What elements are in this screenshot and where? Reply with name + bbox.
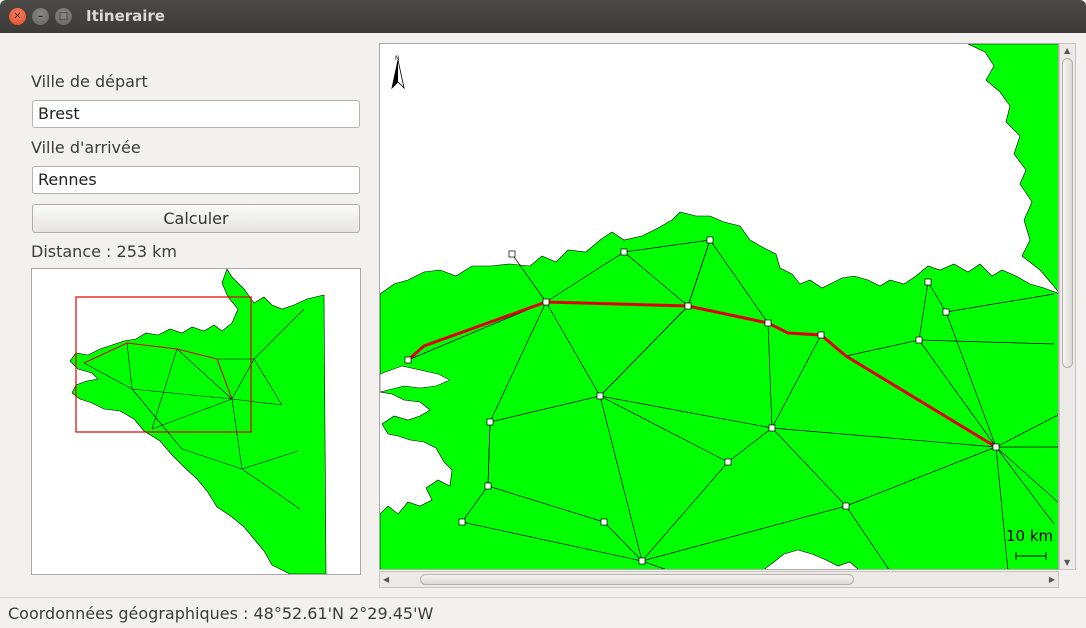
- window-title: Itineraire: [86, 7, 165, 25]
- vertical-scroll-thumb[interactable]: [1062, 58, 1073, 368]
- app-window: ✕ – □ Itineraire Ville de départ Brest V…: [0, 0, 1086, 628]
- overview-land: [69, 269, 327, 574]
- scroll-down-arrow-icon[interactable]: ▼: [1064, 558, 1070, 567]
- minimize-window-button[interactable]: –: [32, 8, 49, 25]
- calculate-button[interactable]: Calculer: [32, 204, 360, 233]
- start-city-label: Ville de départ: [31, 72, 148, 91]
- close-window-button[interactable]: ✕: [9, 8, 26, 25]
- map-land-northeast: [967, 44, 1058, 292]
- scroll-right-arrow-icon[interactable]: ▶: [1049, 575, 1055, 584]
- overview-minimap[interactable]: [31, 268, 361, 575]
- vertical-scrollbar[interactable]: ▲ ▼: [1059, 43, 1076, 570]
- horizontal-scroll-thumb[interactable]: [420, 574, 854, 585]
- end-city-input[interactable]: Rennes: [32, 166, 360, 194]
- end-city-label: Ville d'arrivée: [31, 138, 141, 157]
- north-label: N: [395, 55, 400, 62]
- map-land-main: [380, 211, 1058, 569]
- maximize-window-button[interactable]: □: [55, 8, 72, 25]
- north-arrow-icon: N: [391, 55, 405, 90]
- coordinates-status-text: Coordonnées géographiques : 48°52.61'N 2…: [8, 604, 434, 623]
- scroll-left-arrow-icon[interactable]: ◀: [383, 575, 389, 584]
- scroll-up-arrow-icon[interactable]: ▲: [1064, 46, 1070, 55]
- horizontal-scrollbar[interactable]: ◀ ▶: [379, 571, 1059, 588]
- scale-label: 10 km: [1006, 527, 1053, 545]
- status-bar: Coordonnées géographiques : 48°52.61'N 2…: [0, 597, 1086, 628]
- start-city-input[interactable]: Brest: [32, 100, 360, 128]
- distance-text: Distance : 253 km: [31, 242, 177, 261]
- map-view[interactable]: N 10 km: [379, 43, 1059, 570]
- title-bar: ✕ – □ Itineraire: [0, 0, 1086, 33]
